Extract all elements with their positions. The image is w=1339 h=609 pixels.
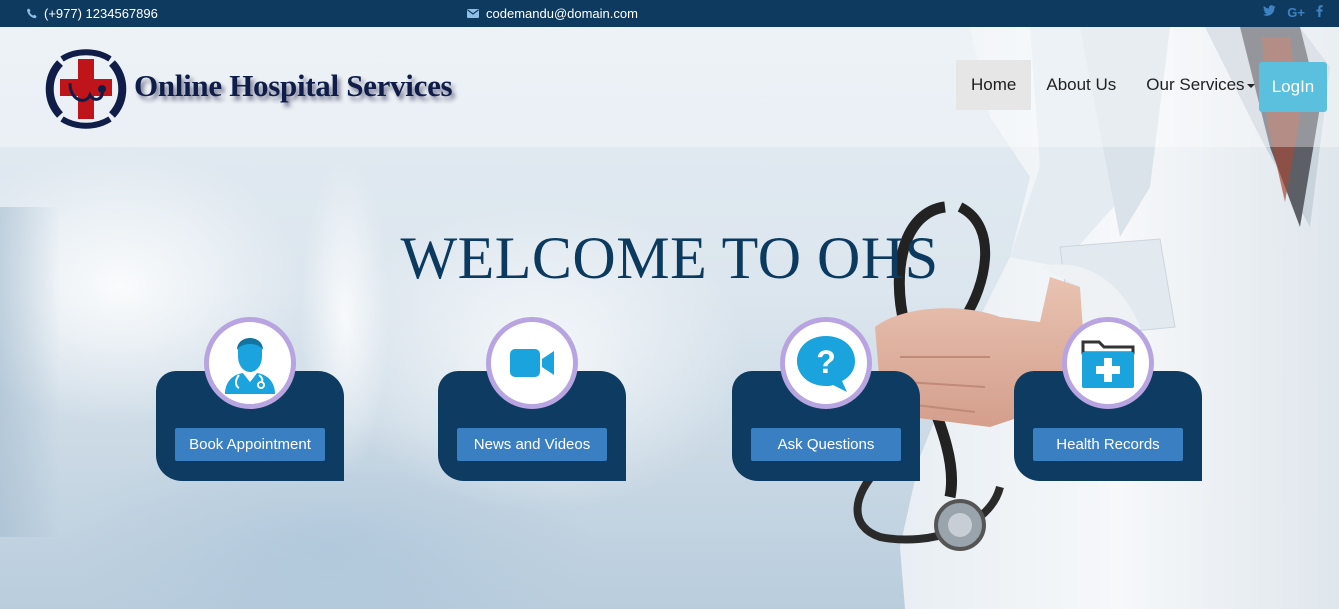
question-bubble-icon: ? bbox=[780, 317, 872, 409]
caret-down-icon bbox=[1246, 83, 1255, 88]
logo-text: Online Hospital Services bbox=[134, 68, 453, 103]
service-card-health-records: Health Records bbox=[1014, 317, 1202, 481]
email-address: codemandu@domain.com bbox=[486, 6, 638, 21]
facebook-icon[interactable] bbox=[1316, 5, 1323, 20]
video-camera-icon bbox=[486, 317, 578, 409]
health-records-button[interactable]: Health Records bbox=[1033, 428, 1183, 461]
news-and-videos-button[interactable]: News and Videos bbox=[457, 428, 607, 461]
book-appointment-button[interactable]: Book Appointment bbox=[175, 428, 325, 461]
medical-folder-icon bbox=[1062, 317, 1154, 409]
service-card-ask-questions: ? Ask Questions bbox=[732, 317, 920, 481]
top-bar: (+977) 1234567896 codemandu@domain.com G… bbox=[0, 0, 1339, 27]
nav-home[interactable]: Home bbox=[956, 60, 1032, 110]
site-logo[interactable]: Online Hospital Services bbox=[40, 43, 453, 135]
welcome-heading: WELCOME TO OHS bbox=[400, 225, 939, 291]
main-nav: Home About Us Our Services bbox=[956, 60, 1270, 110]
service-card-book-appointment: Book Appointment bbox=[156, 317, 344, 481]
ask-questions-button[interactable]: Ask Questions bbox=[751, 428, 901, 461]
social-links: G+ bbox=[1263, 5, 1323, 20]
nav-about-us[interactable]: About Us bbox=[1031, 60, 1131, 110]
nav-our-services-label: Our Services bbox=[1146, 75, 1245, 94]
nav-our-services[interactable]: Our Services bbox=[1131, 60, 1269, 110]
svg-text:?: ? bbox=[816, 344, 836, 380]
google-plus-icon[interactable]: G+ bbox=[1287, 5, 1305, 20]
phone-number: (+977) 1234567896 bbox=[44, 6, 158, 21]
twitter-icon[interactable] bbox=[1263, 5, 1276, 20]
login-button[interactable]: LogIn bbox=[1259, 62, 1327, 112]
envelope-icon bbox=[467, 9, 479, 18]
phone-contact: (+977) 1234567896 bbox=[27, 6, 158, 21]
service-card-news-videos: News and Videos bbox=[438, 317, 626, 481]
email-contact: codemandu@domain.com bbox=[467, 6, 638, 21]
phone-icon bbox=[27, 8, 37, 19]
doctor-icon bbox=[204, 317, 296, 409]
medical-cross-logo-icon bbox=[45, 49, 127, 129]
